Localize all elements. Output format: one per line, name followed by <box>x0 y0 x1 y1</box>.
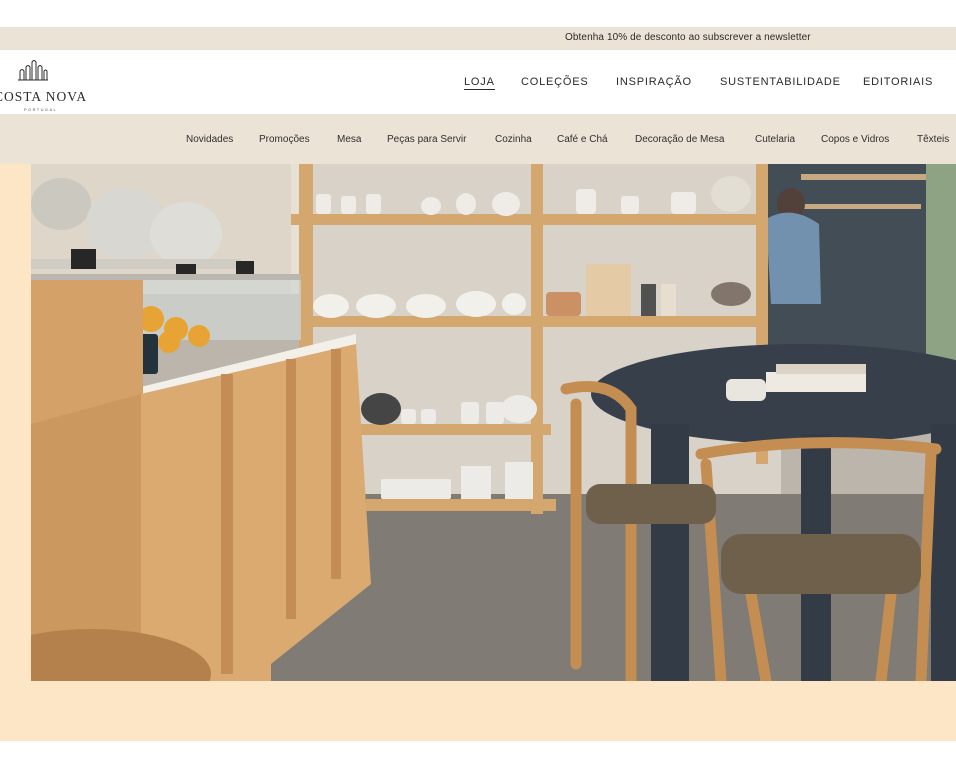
building-arches-icon <box>18 59 48 86</box>
nav-colecoes[interactable]: COLEÇÕES <box>521 76 589 88</box>
subnav-cozinha[interactable]: Cozinha <box>495 134 532 145</box>
nav-sustentabilidade[interactable]: SUSTENTABILIDADE <box>720 76 841 88</box>
subnav-pecas-para-servir[interactable]: Peças para Servir <box>387 134 466 145</box>
category-nav: Novidades Promoções Mesa Peças para Serv… <box>0 114 956 164</box>
subnav-promocoes[interactable]: Promoções <box>259 134 310 145</box>
brand-logo[interactable]: COSTA NOVA PORTUGAL <box>0 59 94 112</box>
hero-image[interactable] <box>31 164 956 681</box>
subnav-decoracao-de-mesa[interactable]: Decoração de Mesa <box>635 134 725 145</box>
top-spacer <box>0 0 956 27</box>
subnav-cafe-e-cha[interactable]: Café e Chá <box>557 134 608 145</box>
promo-bar: Obtenha 10% de desconto ao subscrever a … <box>0 27 956 50</box>
subnav-novidades[interactable]: Novidades <box>186 134 233 145</box>
brand-sub: PORTUGAL <box>24 107 58 112</box>
page-bottom <box>0 741 956 765</box>
subnav-copos-e-vidros[interactable]: Copos e Vidros <box>821 134 889 145</box>
nav-loja[interactable]: LOJA <box>464 76 495 90</box>
site-header: COSTA NOVA PORTUGAL LOJA COLEÇÕES INSPIR… <box>0 50 956 114</box>
brand-name: COSTA NOVA <box>0 89 88 104</box>
subnav-texteis[interactable]: Têxteis <box>917 134 949 145</box>
nav-editoriais[interactable]: EDITORIAIS <box>863 76 933 88</box>
subnav-mesa[interactable]: Mesa <box>337 134 361 145</box>
subnav-cutelaria[interactable]: Cutelaria <box>755 134 795 145</box>
nav-inspiracao[interactable]: INSPIRAÇÃO <box>616 76 692 88</box>
promo-text[interactable]: Obtenha 10% de desconto ao subscrever a … <box>565 32 811 43</box>
